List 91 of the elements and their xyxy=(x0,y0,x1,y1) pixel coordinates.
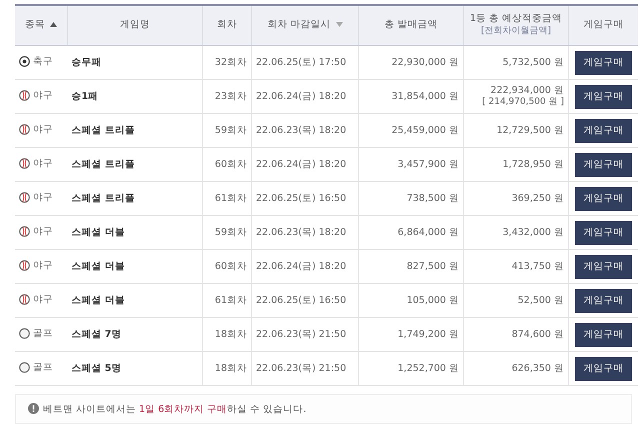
game-name: 스페셜 5명 xyxy=(72,363,122,374)
column-header: 회차 마감일시 xyxy=(252,5,358,46)
game-name: 스페셜 트리플 xyxy=(72,125,135,136)
round-number: 60회차 xyxy=(214,159,247,170)
buy-game-button[interactable]: 게임구매 xyxy=(575,288,632,312)
deadline: 22.06.23(목) 18:20 xyxy=(256,125,346,136)
sales-amount: 6,864,000 원 xyxy=(398,227,459,238)
game-name: 스페셜 더블 xyxy=(72,295,125,306)
buy-game-button[interactable]: 게임구매 xyxy=(575,322,632,346)
sales-amount: 22,930,000 원 xyxy=(392,57,459,68)
prize-amount: 52,500 원 xyxy=(516,294,564,306)
deadline: 22.06.24(금) 18:20 xyxy=(256,261,346,272)
sales-amount: 738,500 원 xyxy=(406,193,459,204)
buy-game-button[interactable]: 게임구매 xyxy=(575,50,632,74)
sport-name: 야구 xyxy=(33,89,53,102)
sales-amount: 31,854,000 원 xyxy=(392,91,459,102)
deadline: 22.06.25(토) 17:50 xyxy=(256,57,346,68)
deadline: 22.06.24(금) 18:20 xyxy=(256,91,346,102)
sport-name: 야구 xyxy=(33,157,53,170)
baseball-icon xyxy=(19,226,30,237)
deadline: 22.06.23(목) 21:50 xyxy=(256,363,346,374)
sport-name: 야구 xyxy=(33,259,53,272)
deadline: 22.06.23(목) 18:20 xyxy=(256,227,346,238)
buy-game-button[interactable]: 게임구매 xyxy=(575,356,632,380)
buy-game-button[interactable]: 게임구매 xyxy=(575,186,632,210)
prize-amount: 12,729,500 원 xyxy=(496,124,564,136)
baseball-icon xyxy=(19,294,30,305)
prize-amount: 413,750 원 xyxy=(510,260,564,272)
deadline: 22.06.25(토) 16:50 xyxy=(256,193,346,204)
prize-amount: 626,350 원 xyxy=(510,362,564,374)
baseball-icon xyxy=(19,124,30,135)
game-name: 스페셜 트리플 xyxy=(72,193,135,204)
sales-amount: 105,000 원 xyxy=(406,295,459,306)
baseball-icon xyxy=(19,158,30,169)
round-number: 23회차 xyxy=(214,91,247,102)
sport-name: 야구 xyxy=(33,293,53,306)
column-header: 회차 xyxy=(202,5,252,46)
info-icon xyxy=(28,403,39,414)
carryover-amount: [ 214,970,500 원 ] xyxy=(481,96,564,108)
sport-name: 야구 xyxy=(33,191,53,204)
buy-game-button[interactable]: 게임구매 xyxy=(575,254,632,278)
round-number: 18회차 xyxy=(214,363,247,374)
buy-game-button[interactable]: 게임구매 xyxy=(575,84,632,108)
sales-amount: 1,749,200 원 xyxy=(398,329,459,340)
soccer-ball-icon xyxy=(19,56,30,67)
sales-amount: 1,252,700 원 xyxy=(398,363,459,374)
golf-ball-icon xyxy=(19,362,30,373)
deadline: 22.06.23(목) 21:50 xyxy=(256,329,346,340)
column-header: 게임구매 xyxy=(568,5,638,46)
sport-name: 야구 xyxy=(33,225,53,238)
game-name: 스페셜 더블 xyxy=(72,227,125,238)
sales-amount: 25,459,000 원 xyxy=(392,125,459,136)
baseball-icon xyxy=(19,90,30,101)
baseball-icon xyxy=(19,192,30,203)
sport-name: 축구 xyxy=(33,55,53,68)
prize-amount: 222,934,000 원 xyxy=(490,85,564,97)
deadline: 22.06.25(토) 16:50 xyxy=(256,295,346,306)
prize-amount: 5,732,500 원 xyxy=(502,56,564,68)
prize-amount: 3,432,000 원 xyxy=(502,226,564,238)
sales-amount: 3,457,900 원 xyxy=(398,159,459,170)
game-name: 스페셜 트리플 xyxy=(72,159,135,170)
buy-game-button[interactable]: 게임구매 xyxy=(575,220,632,244)
sales-amount: 827,500 원 xyxy=(406,261,459,272)
sport-name: 골프 xyxy=(33,327,53,340)
prize-amount: 874,600 원 xyxy=(510,328,564,340)
round-number: 59회차 xyxy=(214,227,247,238)
prize-amount: 369,250 원 xyxy=(510,192,564,204)
sport-name: 골프 xyxy=(33,361,53,374)
deadline: 22.06.24(금) 18:20 xyxy=(256,159,346,170)
game-name: 승1패 xyxy=(72,91,98,102)
column-header: 종목 xyxy=(15,5,68,46)
sort-ascending-icon[interactable] xyxy=(50,22,57,28)
round-number: 61회차 xyxy=(214,193,247,204)
round-number: 61회차 xyxy=(214,295,247,306)
column-header: 1등 총 예상적중금액 [전회차이월금액] xyxy=(464,5,568,46)
round-number: 18회차 xyxy=(214,329,247,340)
game-name: 스페셜 7명 xyxy=(72,329,122,340)
golf-ball-icon xyxy=(19,328,30,339)
round-number: 60회차 xyxy=(214,261,247,272)
game-name: 스페셜 더블 xyxy=(72,261,125,272)
baseball-icon xyxy=(19,260,30,271)
notice-text: 베트맨 사이트에서는 1일 6회차까지 구매하실 수 있습니다. xyxy=(43,403,306,416)
prize-amount: 1,728,950 원 xyxy=(502,158,564,170)
column-header: 총 발매금액 xyxy=(358,5,464,46)
buy-game-button[interactable]: 게임구매 xyxy=(575,118,632,142)
buy-game-button[interactable]: 게임구매 xyxy=(575,152,632,176)
sport-name: 야구 xyxy=(33,123,53,136)
round-number: 32회차 xyxy=(214,57,247,68)
column-header: 게임명 xyxy=(68,5,202,46)
game-name: 승무패 xyxy=(72,57,102,68)
round-number: 59회차 xyxy=(214,125,247,136)
